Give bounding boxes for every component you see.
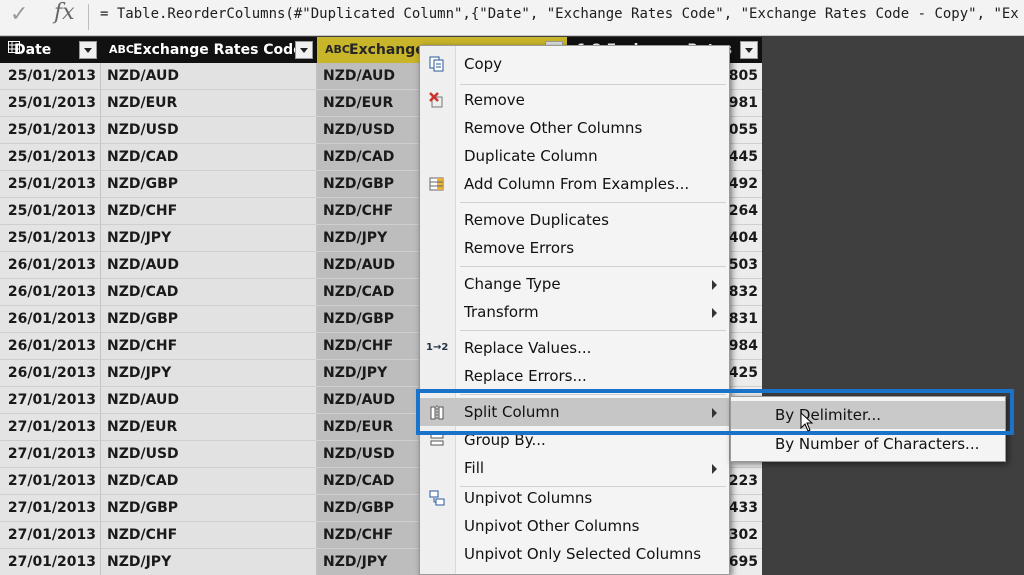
remove-icon — [426, 91, 448, 109]
menu-item-label: Remove Errors — [464, 239, 575, 257]
code-cell[interactable]: NZD/GBP — [101, 306, 317, 332]
menu-separator — [460, 202, 726, 203]
code-cell[interactable]: NZD/CHF — [101, 333, 317, 359]
check-icon[interactable]: ✓ — [10, 2, 28, 27]
replace-values-icon: 1→2 — [426, 342, 449, 353]
abc-icon: ABC — [325, 43, 350, 56]
code-cell[interactable]: NZD/CHF — [101, 198, 317, 224]
menu-separator — [460, 84, 726, 85]
code-cell[interactable]: NZD/GBP — [101, 495, 317, 521]
menu-item-remove-errors[interactable]: Remove Errors — [420, 234, 729, 262]
date-cell[interactable]: 27/01/2013 — [0, 522, 101, 548]
date-cell[interactable]: 26/01/2013 — [0, 306, 101, 332]
column-filter-button[interactable] — [740, 41, 758, 59]
date-cell[interactable]: 26/01/2013 — [0, 252, 101, 278]
date-cell[interactable]: 27/01/2013 — [0, 414, 101, 440]
menu-item-copy[interactable]: Copy — [420, 50, 729, 78]
date-cell[interactable]: 26/01/2013 — [0, 360, 101, 386]
code-cell[interactable]: NZD/CAD — [101, 468, 317, 494]
copy-icon — [426, 55, 448, 73]
mouse-cursor-icon — [800, 412, 814, 432]
menu-item-label: Unpivot Columns — [464, 489, 593, 507]
menu-item-fill[interactable]: Fill — [420, 454, 729, 482]
menu-item-label: Fill — [464, 459, 485, 477]
menu-item-unpivot-only-selected-columns[interactable]: Unpivot Only Selected Columns — [420, 540, 729, 568]
menu-separator — [460, 330, 726, 331]
date-cell[interactable]: 25/01/2013 — [0, 117, 101, 143]
code-cell[interactable]: NZD/USD — [101, 441, 317, 467]
code-cell[interactable]: NZD/JPY — [101, 225, 317, 251]
date-cell[interactable]: 26/01/2013 — [0, 333, 101, 359]
menu-item-label: Replace Errors... — [464, 367, 587, 385]
menu-item-label: Duplicate Column — [464, 147, 598, 165]
fx-icon[interactable]: fx — [54, 0, 75, 25]
formula-divider — [88, 4, 89, 30]
menu-item-remove-duplicates[interactable]: Remove Duplicates — [420, 206, 729, 234]
highlight-frame — [416, 389, 1014, 435]
column-header-exchange-rates-code[interactable]: ABC Exchange Rates Code — [101, 37, 317, 63]
menu-item-remove[interactable]: Remove — [420, 86, 729, 114]
date-cell[interactable]: 25/01/2013 — [0, 225, 101, 251]
menu-item-label: Remove — [464, 91, 525, 109]
menu-item-add-column-from-examples[interactable]: Add Column From Examples... — [420, 170, 729, 198]
column-header-label: Exchange — [349, 42, 425, 58]
abc-icon: ABC — [109, 43, 134, 56]
menu-item-change-type[interactable]: Change Type — [420, 270, 729, 298]
date-cell[interactable]: 27/01/2013 — [0, 549, 101, 575]
date-cell[interactable]: 26/01/2013 — [0, 279, 101, 305]
code-cell[interactable]: NZD/JPY — [101, 549, 317, 575]
date-cell[interactable]: 27/01/2013 — [0, 387, 101, 413]
column-filter-button[interactable] — [295, 41, 313, 59]
menu-item-unpivot-columns[interactable]: Unpivot Columns — [420, 484, 729, 512]
formula-bar: ✓ fx = Table.ReorderColumns(#"Duplicated… — [0, 0, 1024, 36]
menu-item-replace-values[interactable]: 1→2 Replace Values... — [420, 334, 729, 362]
date-cell[interactable]: 27/01/2013 — [0, 468, 101, 494]
code-cell[interactable]: NZD/GBP — [101, 171, 317, 197]
code-cell[interactable]: NZD/EUR — [101, 414, 317, 440]
menu-item-label: Add Column From Examples... — [464, 175, 690, 193]
empty-area — [762, 37, 1024, 575]
date-cell[interactable]: 25/01/2013 — [0, 144, 101, 170]
formula-input[interactable]: = Table.ReorderColumns(#"Duplicated Colu… — [100, 4, 1024, 26]
menu-item-label: Unpivot Other Columns — [464, 517, 640, 535]
menu-item-label: Remove Duplicates — [464, 211, 609, 229]
code-cell[interactable]: NZD/CAD — [101, 279, 317, 305]
date-cell[interactable]: 25/01/2013 — [0, 198, 101, 224]
code-cell[interactable]: NZD/AUD — [101, 252, 317, 278]
submenu-arrow-icon — [712, 280, 717, 290]
menu-item-duplicate-column[interactable]: Duplicate Column — [420, 142, 729, 170]
menu-item-label: Replace Values... — [464, 339, 592, 357]
date-cell[interactable]: 25/01/2013 — [0, 171, 101, 197]
menu-item-label: Change Type — [464, 275, 561, 293]
column-header-label: Date — [14, 42, 52, 58]
code-cell[interactable]: NZD/CAD — [101, 144, 317, 170]
code-cell[interactable]: NZD/USD — [101, 117, 317, 143]
menu-item-label: Copy — [464, 55, 503, 73]
code-cell[interactable]: NZD/EUR — [101, 90, 317, 116]
column-filter-button[interactable] — [79, 41, 97, 59]
submenu-arrow-icon — [712, 464, 717, 474]
menu-separator — [460, 266, 726, 267]
code-cell[interactable]: NZD/JPY — [101, 360, 317, 386]
menu-item-label: Transform — [464, 303, 539, 321]
code-cell[interactable]: NZD/AUD — [101, 63, 317, 89]
column-header-date[interactable]: Date — [0, 37, 101, 63]
date-cell[interactable]: 27/01/2013 — [0, 441, 101, 467]
unpivot-icon — [426, 489, 448, 507]
code-cell[interactable]: NZD/AUD — [101, 387, 317, 413]
menu-item-transform[interactable]: Transform — [420, 298, 729, 326]
column-header-label: Exchange Rates Code — [133, 42, 303, 58]
date-cell[interactable]: 27/01/2013 — [0, 495, 101, 521]
add-column-icon — [426, 175, 448, 193]
code-cell[interactable]: NZD/CHF — [101, 522, 317, 548]
date-cell[interactable]: 25/01/2013 — [0, 90, 101, 116]
context-menu: Copy Remove Remove Other Columns Duplica… — [419, 45, 730, 575]
submenu-arrow-icon — [712, 308, 717, 318]
menu-item-unpivot-other-columns[interactable]: Unpivot Other Columns — [420, 512, 729, 540]
date-cell[interactable]: 25/01/2013 — [0, 63, 101, 89]
menu-item-remove-other-columns[interactable]: Remove Other Columns — [420, 114, 729, 142]
menu-item-label: Unpivot Only Selected Columns — [464, 545, 702, 563]
menu-item-label: Remove Other Columns — [464, 119, 643, 137]
menu-item-replace-errors[interactable]: Replace Errors... — [420, 362, 729, 390]
